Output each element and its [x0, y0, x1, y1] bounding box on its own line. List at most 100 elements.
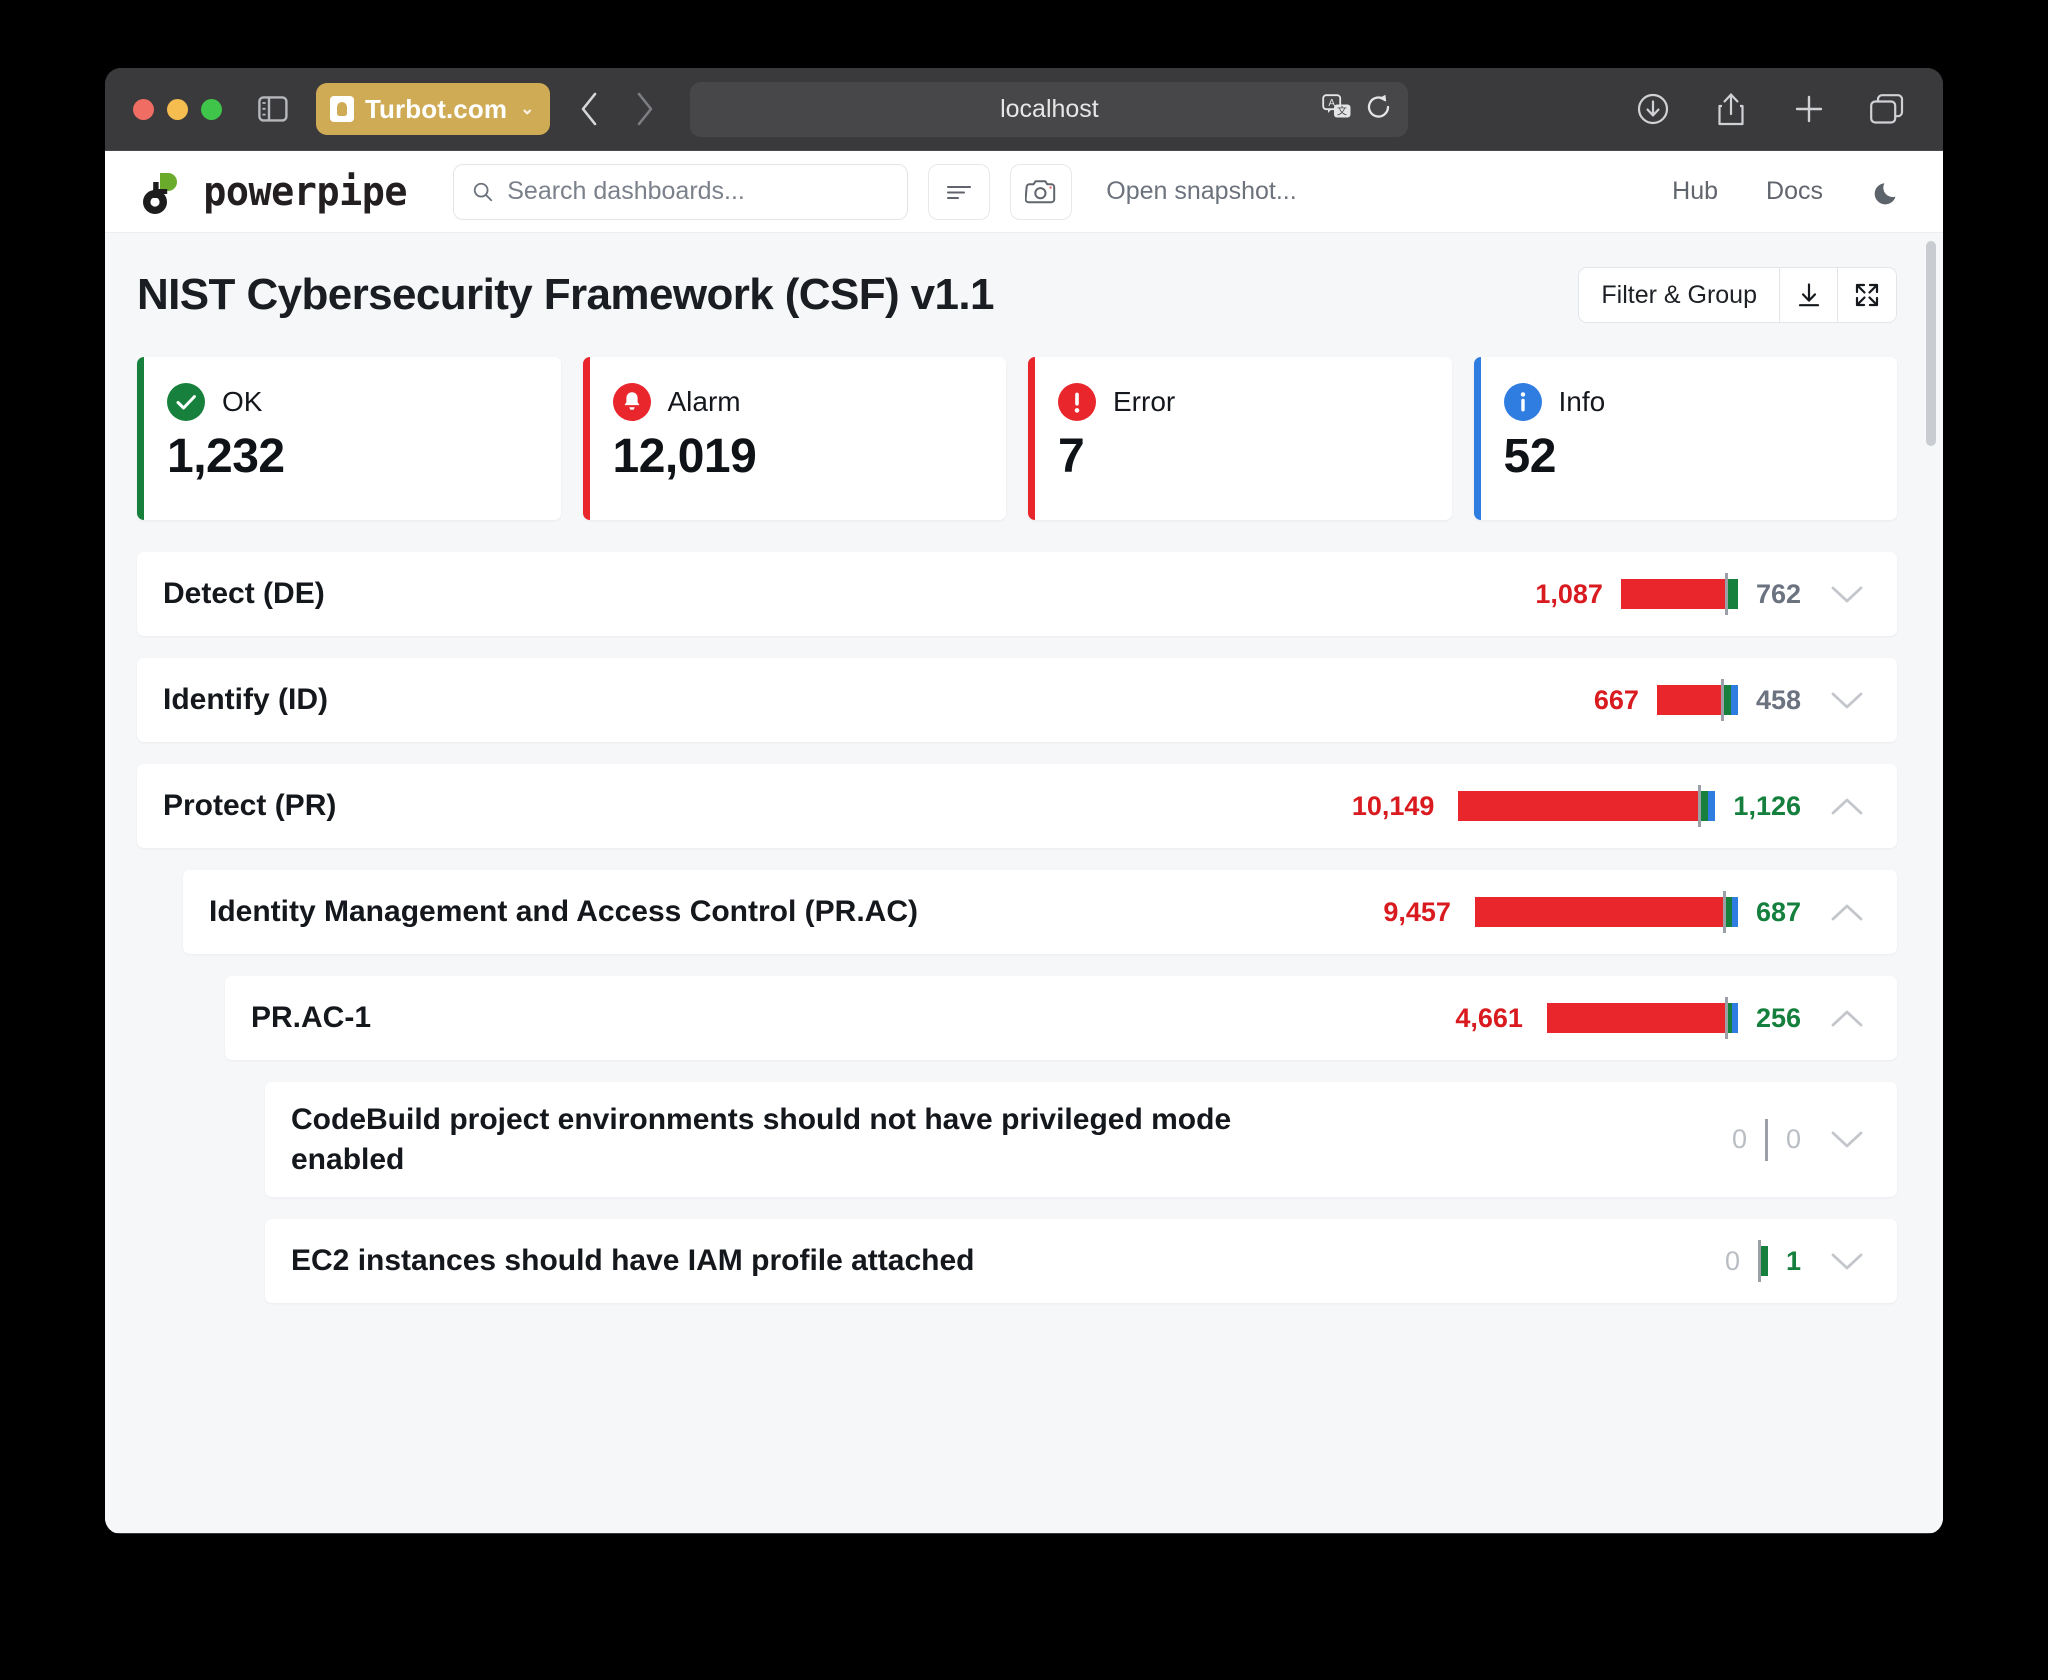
mini-bar-right: [1724, 685, 1738, 715]
status-card-label: OK: [222, 386, 262, 418]
status-card-value: 12,019: [613, 429, 977, 484]
toggle-expand-button[interactable]: [1823, 573, 1871, 615]
status-card-info[interactable]: Info52: [1474, 357, 1898, 520]
check-circle-icon: [167, 383, 205, 421]
theme-toggle-button[interactable]: [1871, 175, 1905, 209]
downloads-button[interactable]: [1633, 89, 1673, 129]
ok-count: 1,126: [1733, 791, 1801, 822]
download-button[interactable]: [1780, 268, 1838, 322]
status-mini-bar: [1621, 579, 1738, 609]
status-cards: OK 1,232 Alarm12,019Error7Info52: [137, 357, 1897, 520]
bar-segment-info: [1708, 791, 1715, 821]
dashboard-scroll-area: NIST Cybersecurity Framework (CSF) v1.1 …: [105, 233, 1927, 1533]
info-circle-icon-wrap: [1504, 383, 1542, 421]
search-input[interactable]: [507, 177, 889, 206]
scrollbar-thumb[interactable]: [1926, 241, 1936, 446]
chevron-down-icon[interactable]: ⌄: [520, 99, 534, 119]
browser-window: Turbot.com ⌄ localhost: [105, 68, 1943, 1534]
browser-toolbar: Turbot.com ⌄ localhost: [105, 68, 1943, 151]
check-group-row[interactable]: PR.AC-14,661256: [225, 976, 1897, 1060]
search-dashboards-box[interactable]: [453, 164, 908, 220]
ok-count: 1: [1786, 1246, 1801, 1277]
check-group-row[interactable]: Protect (PR)10,1491,126: [137, 764, 1897, 848]
filter-button[interactable]: [928, 164, 990, 220]
check-group-row[interactable]: CodeBuild project environments should no…: [265, 1082, 1897, 1197]
sidebar-toggle-button[interactable]: [252, 90, 294, 128]
sidebar-icon: [258, 96, 288, 122]
translate-button[interactable]: A 文: [1322, 94, 1352, 125]
svg-text:文: 文: [1337, 104, 1347, 117]
bar-segment-info: [1732, 1003, 1738, 1033]
browser-tab-turbot[interactable]: Turbot.com ⌄: [316, 83, 550, 135]
alarm-count: 0: [1732, 1124, 1747, 1155]
ok-count: 687: [1756, 897, 1801, 928]
open-snapshot-label[interactable]: Open snapshot...: [1106, 177, 1296, 206]
check-group-row[interactable]: Identity Management and Access Control (…: [183, 870, 1897, 954]
chevron-right-icon: [635, 92, 655, 126]
back-button[interactable]: [572, 89, 606, 129]
toggle-expand-button[interactable]: [1823, 997, 1871, 1039]
forward-button[interactable]: [628, 89, 662, 129]
toggle-expand-button[interactable]: [1823, 679, 1871, 721]
check-group-rows: Detect (DE)1,087762Identify (ID)667458Pr…: [137, 552, 1897, 1303]
window-controls: [133, 99, 222, 120]
check-group-row[interactable]: Identify (ID)667458: [137, 658, 1897, 742]
app-navbar: powerpipe: [105, 151, 1943, 233]
download-icon: [1795, 281, 1823, 309]
mini-bar-right: [1761, 1246, 1768, 1276]
status-card-value: 1,232: [167, 429, 531, 484]
toggle-expand-button[interactable]: [1823, 785, 1871, 827]
tab-overview-button[interactable]: [1867, 89, 1907, 129]
check-group-title: Identify (ID): [137, 680, 328, 720]
check-group-summary: 4,661256: [1455, 997, 1871, 1039]
dashboard-body: NIST Cybersecurity Framework (CSF) v1.1 …: [105, 233, 1943, 1533]
mini-bar-left: [1541, 1003, 1725, 1033]
alarm-count: 1,087: [1535, 579, 1603, 610]
nav-link-hub[interactable]: Hub: [1672, 177, 1718, 206]
bar-segment-info: [1732, 897, 1738, 927]
status-accent-bar: [137, 357, 144, 520]
check-group-summary: 00: [1732, 1119, 1871, 1161]
chevron-down-icon: [1829, 687, 1865, 714]
address-bar[interactable]: localhost A 文: [690, 82, 1408, 137]
toggle-expand-button[interactable]: [1823, 1119, 1871, 1161]
ok-count: 256: [1756, 1003, 1801, 1034]
bar-segment-alarm: [1475, 897, 1723, 927]
powerpipe-logo[interactable]: powerpipe: [137, 168, 411, 216]
status-mini-bar: [1541, 1003, 1738, 1033]
toggle-expand-button[interactable]: [1823, 1240, 1871, 1282]
check-circle-icon-wrap: [167, 383, 205, 421]
expand-button[interactable]: [1838, 268, 1896, 322]
dashboard-scrollbar[interactable]: [1925, 241, 1937, 1525]
status-card-ok[interactable]: OK 1,232: [137, 357, 561, 520]
new-tab-button[interactable]: [1789, 89, 1829, 129]
toggle-expand-button[interactable]: [1823, 891, 1871, 933]
status-mini-bar: [1758, 1246, 1768, 1276]
status-card-error[interactable]: Error7: [1028, 357, 1452, 520]
share-icon: [1715, 91, 1747, 127]
powerpipe-mark-icon: [137, 168, 185, 216]
bar-segment-alarm: [1547, 1003, 1725, 1033]
sort-descending-icon: [944, 180, 974, 204]
status-card-alarm[interactable]: Alarm12,019: [583, 357, 1007, 520]
nav-link-docs[interactable]: Docs: [1766, 177, 1823, 206]
chevron-down-icon: [1829, 1126, 1865, 1153]
desktop-background: Turbot.com ⌄ localhost: [0, 0, 2048, 1680]
share-button[interactable]: [1711, 89, 1751, 129]
check-group-summary: 01: [1725, 1240, 1871, 1282]
bell-icon-wrap: [613, 383, 651, 421]
translate-icon: A 文: [1322, 94, 1352, 120]
filter-and-group-button[interactable]: Filter & Group: [1579, 268, 1780, 322]
close-window-button[interactable]: [133, 99, 154, 120]
minimize-window-button[interactable]: [167, 99, 188, 120]
status-accent-bar: [1474, 357, 1481, 520]
reload-button[interactable]: [1366, 93, 1392, 126]
check-group-row[interactable]: EC2 instances should have IAM profile at…: [265, 1219, 1897, 1303]
ok-count: 762: [1756, 579, 1801, 610]
status-card-value: 7: [1058, 429, 1422, 484]
maximize-window-button[interactable]: [201, 99, 222, 120]
status-card-header: Info: [1504, 383, 1868, 421]
snapshot-button[interactable]: [1010, 164, 1072, 220]
check-group-row[interactable]: Detect (DE)1,087762: [137, 552, 1897, 636]
address-bar-icons: A 文: [1322, 93, 1392, 126]
